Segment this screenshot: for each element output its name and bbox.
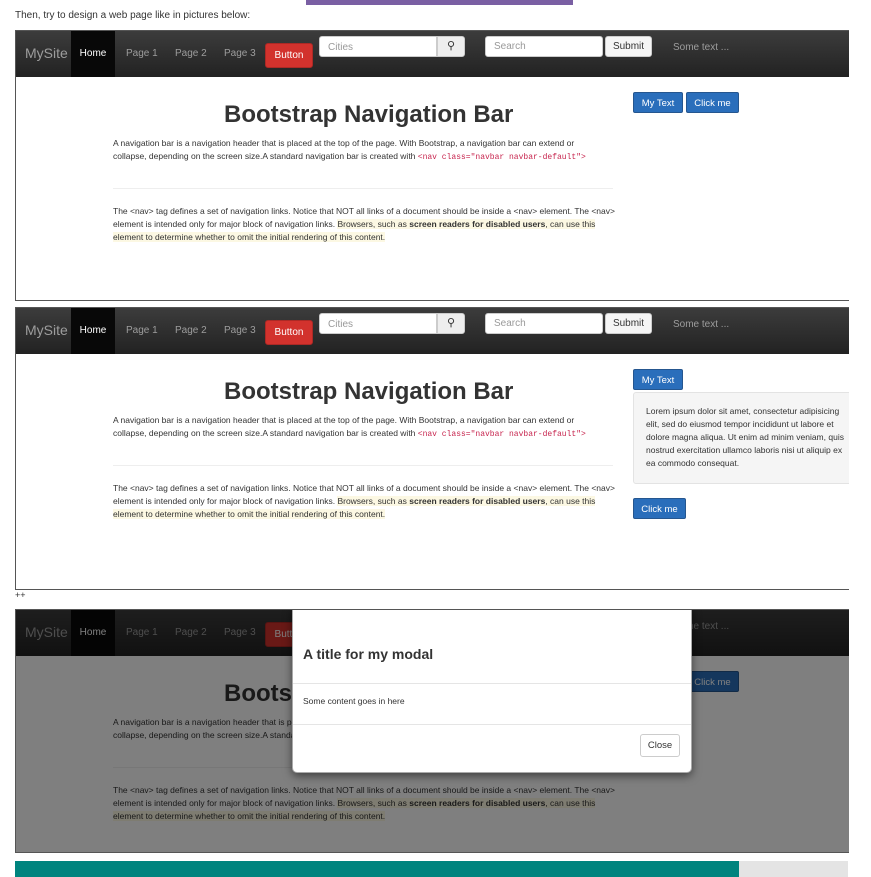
submit-button[interactable]: Submit xyxy=(605,36,652,57)
nav-page-2[interactable]: Page 2 xyxy=(175,42,207,66)
cities-input[interactable]: Cities xyxy=(319,313,437,334)
nav-page-3[interactable]: Page 3 xyxy=(224,319,256,343)
page-title: Bootstrap Navigation Bar xyxy=(224,101,514,128)
highlight-text: Browsers, such as xyxy=(337,496,410,506)
nav-red-button[interactable]: Button xyxy=(265,320,313,345)
click-me-button[interactable]: Click me xyxy=(686,92,739,113)
my-text-button[interactable]: My Text xyxy=(633,369,683,390)
code-snippet: <nav class="navbar navbar-default"> xyxy=(417,153,586,162)
divider xyxy=(113,188,613,189)
modal-header-divider xyxy=(293,683,691,684)
intro-text: Then, try to design a web page like in p… xyxy=(15,10,251,21)
intro-paragraph: A navigation bar is a navigation header … xyxy=(113,414,603,441)
search-input[interactable]: Search xyxy=(485,36,603,57)
nav-page-1[interactable]: Page 1 xyxy=(126,319,158,343)
screenshot-2: MySite Home Page 1 Page 2 Page 3 Button … xyxy=(15,307,849,590)
nav-home[interactable]: Home xyxy=(71,31,115,77)
submit-button[interactable]: Submit xyxy=(605,313,652,334)
screenshot-1: MySite Home Page 1 Page 2 Page 3 Button … xyxy=(15,30,849,301)
navbar-text: Some text ... xyxy=(673,42,730,53)
purple-header-bar xyxy=(306,0,573,5)
nav-paragraph: The <nav> tag defines a set of navigatio… xyxy=(113,482,623,521)
intro-paragraph: A navigation bar is a navigation header … xyxy=(113,137,603,164)
search-input[interactable]: Search xyxy=(485,313,603,334)
nav-paragraph: The <nav> tag defines a set of navigatio… xyxy=(113,205,623,244)
screenshot-3: MySite Home Page 1 Page 2 Page 3 Button … xyxy=(15,609,849,853)
modal-title: A title for my modal xyxy=(303,646,434,662)
grey-footer-bar xyxy=(739,861,848,877)
nav-page-2[interactable]: Page 2 xyxy=(175,319,207,343)
code-snippet: <nav class="navbar navbar-default"> xyxy=(417,430,586,439)
lorem-well: Lorem ipsum dolor sit amet, consectetur … xyxy=(633,392,849,484)
navbar: MySite Home Page 1 Page 2 Page 3 Button … xyxy=(16,308,849,354)
modal-close-button[interactable]: Close xyxy=(640,734,680,757)
navbar-brand[interactable]: MySite xyxy=(25,45,68,61)
search-icon: ⚲ xyxy=(446,40,456,52)
search-button[interactable]: ⚲ xyxy=(437,313,465,334)
navbar: MySite Home Page 1 Page 2 Page 3 Button … xyxy=(16,31,849,77)
divider xyxy=(113,465,613,466)
navbar-brand[interactable]: MySite xyxy=(25,322,68,338)
my-text-button[interactable]: My Text xyxy=(633,92,683,113)
cities-input[interactable]: Cities xyxy=(319,36,437,57)
modal-footer-divider xyxy=(293,724,691,725)
modal-dialog: A title for my modal Some content goes i… xyxy=(292,610,692,773)
nav-page-3[interactable]: Page 3 xyxy=(224,42,256,66)
bold-highlight-text: screen readers for disabled users xyxy=(409,496,546,506)
search-icon: ⚲ xyxy=(446,317,456,329)
highlight-text: Browsers, such as xyxy=(337,219,410,229)
modal-body: Some content goes in here xyxy=(303,696,405,706)
page-title: Bootstrap Navigation Bar xyxy=(224,378,514,405)
bold-highlight-text: screen readers for disabled users xyxy=(409,219,546,229)
separator-text: ++ xyxy=(15,590,26,600)
nav-home[interactable]: Home xyxy=(71,308,115,354)
search-button[interactable]: ⚲ xyxy=(437,36,465,57)
click-me-button[interactable]: Click me xyxy=(633,498,686,519)
navbar-text: Some text ... xyxy=(673,319,730,330)
nav-page-1[interactable]: Page 1 xyxy=(126,42,158,66)
teal-footer-bar xyxy=(15,861,739,877)
nav-red-button[interactable]: Button xyxy=(265,43,313,68)
